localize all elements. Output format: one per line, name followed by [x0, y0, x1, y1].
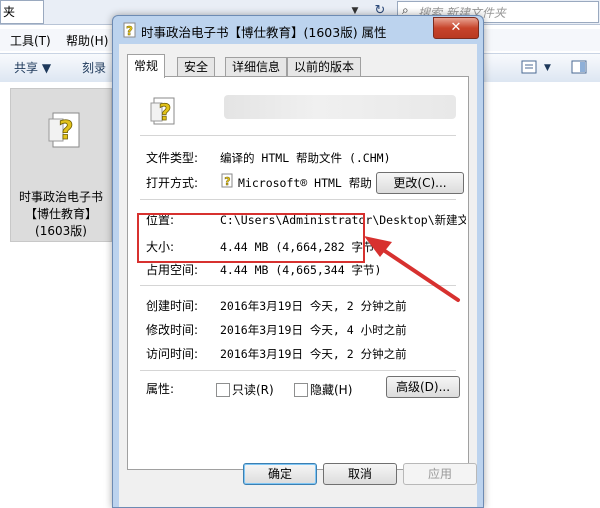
tab-details[interactable]: 详细信息 [225, 57, 288, 77]
modified-label: 修改时间: [146, 323, 199, 337]
created-value: 2016年3月19日 今天, 2 分钟之前 [220, 299, 407, 313]
size-on-disk-value: 4.44 MB (4,665,344 字节) [220, 263, 382, 277]
tab-general[interactable]: 常规 [127, 54, 166, 78]
svg-text:?: ? [224, 175, 230, 188]
hidden-checkbox[interactable] [294, 383, 308, 397]
tab-previous-versions[interactable]: 以前的版本 [287, 57, 362, 77]
divider [140, 370, 456, 371]
accessed-label: 访问时间: [146, 347, 199, 361]
title-bar[interactable]: ? 时事政治电子书【博仕教育】(1603版) 属性 ✕ [113, 16, 483, 44]
view-dropdown-icon[interactable]: ▼ [544, 59, 551, 77]
accessed-value: 2016年3月19日 今天, 2 分钟之前 [220, 347, 407, 361]
divider [140, 135, 456, 136]
readonly-label: 只读(R) [232, 383, 274, 397]
help-app-icon: ? [221, 173, 233, 188]
general-panel: ? 文件类型: 编译的 HTML 帮助文件 (.CHM) 打开方式: ? Mic… [127, 76, 469, 470]
tab-security[interactable]: 安全 [177, 57, 216, 77]
created-label: 创建时间: [146, 299, 199, 313]
dialog-client: 常规 安全 详细信息 以前的版本 ? 文件类型: 编译的 HTML 帮助文件 (… [119, 44, 477, 507]
file-name-line: 【博仕教育】 [24, 207, 97, 221]
readonly-checkbox[interactable] [216, 383, 230, 397]
view-options-icon[interactable] [520, 58, 538, 76]
size-on-disk-label: 占用空间: [146, 263, 199, 277]
chm-file-icon: ? [123, 22, 136, 38]
menu-item-tools[interactable]: 工具(T) [10, 32, 51, 50]
svg-text:?: ? [58, 116, 73, 146]
file-type-label: 文件类型: [146, 151, 199, 165]
cancel-button[interactable]: 取消 [323, 463, 397, 485]
open-with-label: 打开方式: [146, 176, 199, 190]
modified-value: 2016年3月19日 今天, 4 小时之前 [220, 323, 407, 337]
advanced-button[interactable]: 高级(D)... [386, 376, 460, 398]
file-item-selected[interactable]: ? 时事政治电子书 【博仕教育】 (1603版) [10, 88, 112, 242]
file-name-line: (1603版) [35, 224, 87, 238]
size-highlight-box [137, 213, 365, 263]
divider [140, 285, 456, 286]
share-button[interactable]: 共享 ▼ [14, 59, 51, 77]
ok-button[interactable]: 确定 [243, 463, 317, 485]
file-name-input[interactable] [224, 95, 456, 119]
hidden-label: 隐藏(H) [310, 383, 353, 397]
preview-pane-icon[interactable] [570, 58, 588, 76]
close-button[interactable]: ✕ [433, 17, 479, 39]
chm-file-icon: ? [150, 97, 175, 126]
file-name-line: 时事政治电子书 [18, 190, 103, 204]
change-button[interactable]: 更改(C)... [376, 172, 464, 194]
menu-item-help[interactable]: 帮助(H) [66, 32, 108, 50]
file-type-value: 编译的 HTML 帮助文件 (.CHM) [220, 151, 391, 165]
attributes-label: 属性: [146, 382, 175, 396]
open-with-value: Microsoft® HTML 帮助 [238, 176, 372, 190]
apply-button[interactable]: 应用 [403, 463, 477, 485]
svg-text:?: ? [159, 101, 172, 126]
address-field[interactable]: 夹 [0, 0, 44, 24]
chm-file-icon: ? [48, 112, 80, 148]
file-name: 时事政治电子书 【博仕教育】 (1603版) [11, 189, 111, 240]
burn-button[interactable]: 刻录 [82, 59, 106, 77]
divider [140, 199, 456, 200]
svg-text:?: ? [126, 24, 133, 38]
dialog-title: 时事政治电子书【博仕教育】(1603版) 属性 [141, 25, 387, 40]
